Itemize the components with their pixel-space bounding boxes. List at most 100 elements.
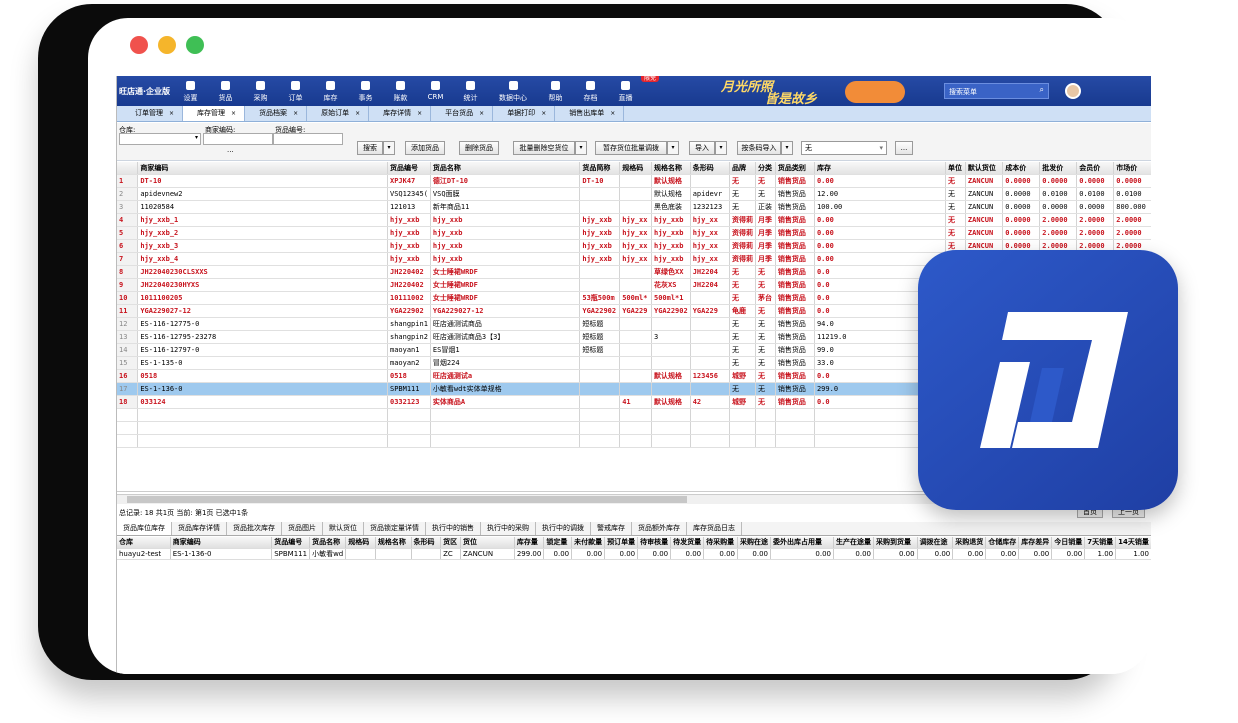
nav-item[interactable]: 库存 (313, 78, 348, 106)
nav-item[interactable]: 采购 (243, 78, 278, 106)
scrollbar-thumb[interactable] (127, 496, 687, 503)
detail-column-header[interactable]: 调拨在途 (917, 537, 954, 549)
detail-column-header[interactable]: 仓库 (117, 537, 171, 549)
column-header[interactable]: 分类 (755, 162, 776, 175)
nav-item[interactable]: 帮助 (538, 78, 573, 106)
goods-code-input[interactable] (273, 133, 343, 145)
column-header[interactable]: 规格名称 (651, 162, 691, 175)
column-header[interactable] (117, 162, 139, 175)
search-dropdown[interactable]: ▾ (383, 141, 395, 155)
user-avatar[interactable] (1065, 83, 1081, 99)
close-icon[interactable]: × (417, 110, 422, 117)
merchant-code-input[interactable] (203, 133, 273, 145)
detail-tab[interactable]: 警戒库存 (591, 522, 632, 535)
detail-column-header[interactable]: 待发货量 (670, 537, 705, 549)
close-icon[interactable]: × (479, 110, 484, 117)
column-header[interactable]: 规格码 (619, 162, 652, 175)
nav-item[interactable]: 统计 (453, 78, 488, 106)
nav-item[interactable]: 存档 (573, 78, 608, 106)
warehouse-select[interactable]: ▾ (119, 133, 201, 145)
detail-column-header[interactable]: 生产在途量 (833, 537, 874, 549)
delete-goods-button[interactable]: 删除货品 (459, 141, 499, 155)
nav-item[interactable]: 账款 (383, 78, 418, 106)
page-tab[interactable]: 平台货品 × (431, 106, 494, 121)
more-options-button[interactable]: ... (895, 141, 913, 155)
detail-column-header[interactable]: 采购退货 (952, 537, 987, 549)
page-tab[interactable]: 原始订单 × (307, 106, 370, 121)
detail-column-header[interactable]: 未付款量 (571, 537, 606, 549)
column-header[interactable]: 货品类别 (775, 162, 815, 175)
table-row[interactable]: 3 11020584 121013 新年商品11 黑色底装 1232123 无正装 销售货品 1… (117, 200, 1151, 214)
detail-column-header[interactable]: 7天销量 (1084, 537, 1117, 549)
detail-tab[interactable]: 默认货位 (323, 522, 364, 535)
detail-column-header[interactable]: 预订单量 (604, 537, 639, 549)
barcode-import-dropdown[interactable]: ▾ (781, 141, 793, 155)
add-goods-button[interactable]: 添加货品 (405, 141, 445, 155)
column-header[interactable]: 商家编码 (137, 162, 388, 175)
detail-column-header[interactable]: 采购在途 (737, 537, 772, 549)
detail-tab[interactable]: 库存货品日志 (687, 522, 742, 535)
menu-search-input[interactable]: 搜索菜单 ⌕ (944, 83, 1049, 99)
detail-tab[interactable]: 货品批次库存 (227, 522, 282, 535)
column-header[interactable]: 批发价 (1039, 162, 1078, 175)
detail-column-header[interactable]: 待采购量 (703, 537, 739, 549)
import-option-select[interactable]: 无 ▾ (801, 141, 887, 155)
search-button[interactable]: 搜索 (357, 141, 383, 155)
detail-column-header[interactable]: 待审核量 (637, 537, 672, 549)
import-dropdown[interactable]: ▾ (715, 141, 727, 155)
table-row[interactable]: 5 hjy_xxb_2 hjy_xxb hjy_xxb hjy_xxb hjy_xx hjy… (117, 226, 1151, 240)
batch-delete-dropdown[interactable]: ▾ (575, 141, 587, 155)
close-icon[interactable]: × (293, 110, 298, 117)
detail-tab[interactable]: 执行中的调拨 (536, 522, 591, 535)
detail-column-header[interactable]: 采购到货量 (873, 537, 918, 549)
detail-row[interactable]: huayu2-test ES-1-136-0 SPBM111 小敏看wd ZC ZANCU… (117, 548, 1151, 560)
table-row[interactable]: 2 apidevnew2 VSQ12345(VSQ面膜 默认规格 apidevr 无无销售… (117, 187, 1151, 201)
barcode-import-button[interactable]: 按条码导入 (737, 141, 781, 155)
column-header[interactable]: 货品编号 (387, 162, 431, 175)
detail-column-header[interactable]: 货品名称 (309, 537, 347, 549)
column-header[interactable]: 品牌 (729, 162, 756, 175)
nav-item[interactable]: CRM (418, 78, 453, 106)
detail-tab[interactable]: 货品额外库存 (632, 522, 687, 535)
detail-column-header[interactable]: 库存差异 (1018, 537, 1053, 549)
promo-banner[interactable]: 月光所照 皆是故乡 (715, 76, 940, 107)
more-filters[interactable]: ··· (227, 148, 234, 156)
column-header[interactable]: 条形码 (690, 162, 731, 175)
detail-tab[interactable]: 货品库存详情 (172, 522, 227, 535)
page-tab[interactable]: 订单管理 × (121, 106, 184, 121)
column-header[interactable]: 单位 (945, 162, 966, 175)
page-tab[interactable]: 库存详情 × (369, 106, 432, 121)
table-row[interactable]: 4 hjy_xxb_1 hjy_xxb hjy_xxb hjy_xxb hjy_xx hjy… (117, 213, 1151, 227)
search-icon[interactable]: ⌕ (1040, 85, 1044, 95)
column-header[interactable]: 市场价 (1113, 162, 1151, 175)
detail-tab[interactable]: 货品图片 (282, 522, 323, 535)
detail-tab[interactable]: 执行中的销售 (426, 522, 481, 535)
nav-item[interactable]: 事务 (348, 78, 383, 106)
detail-column-header[interactable]: 规格码 (345, 537, 376, 549)
detail-column-header[interactable]: 14天销量 (1115, 537, 1151, 549)
close-icon[interactable]: × (355, 110, 360, 117)
detail-column-header[interactable]: 锁定量 (543, 537, 573, 549)
detail-column-header[interactable]: 今日销量 (1051, 537, 1086, 549)
import-button[interactable]: 导入 (689, 141, 715, 155)
detail-column-header[interactable]: 货区 (440, 537, 461, 549)
detail-column-header[interactable]: 货位 (460, 537, 515, 549)
detail-column-header[interactable]: 委外出库占用量 (770, 537, 834, 549)
temp-pos-dropdown[interactable]: ▾ (667, 141, 679, 155)
close-icon[interactable]: × (541, 110, 546, 117)
column-header[interactable]: 默认货位 (965, 162, 1004, 175)
close-icon[interactable]: × (169, 110, 174, 117)
detail-tab[interactable]: 执行中的采购 (481, 522, 536, 535)
table-row[interactable]: 1 DT-10 XPJK47 德江DT-10 DT-10 默认规格无无销售货品 0.00 无 Z… (117, 174, 1151, 188)
nav-item[interactable]: 货品 (208, 78, 243, 106)
temp-pos-transfer-button[interactable]: 暂存货位批量调拨 (595, 141, 667, 155)
close-icon[interactable]: × (231, 110, 236, 117)
nav-item[interactable]: 数据中心 (488, 78, 538, 106)
detail-tab[interactable]: 货品库位库存 (117, 522, 172, 535)
page-tab[interactable]: 单据打印 × (493, 106, 556, 121)
column-header[interactable]: 成本价 (1002, 162, 1041, 175)
detail-column-header[interactable]: 仓储库存 (985, 537, 1020, 549)
nav-item[interactable]: 订单 (278, 78, 313, 106)
column-header[interactable]: 货品简称 (579, 162, 621, 175)
column-header[interactable]: 库存 (814, 162, 947, 175)
